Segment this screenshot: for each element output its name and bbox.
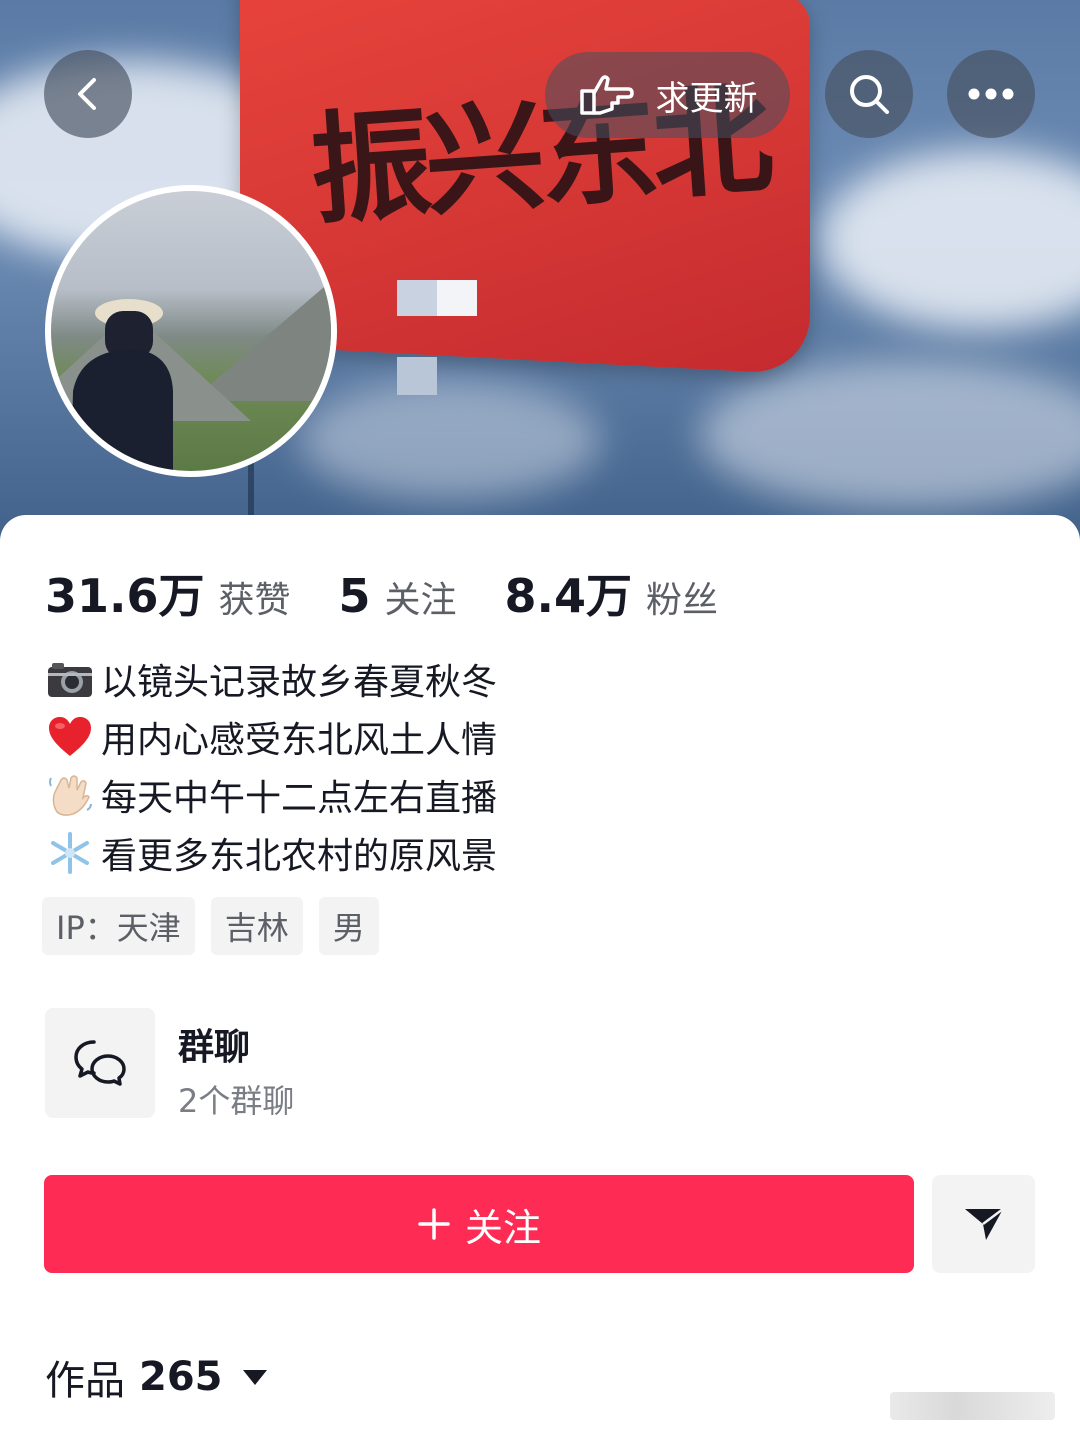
back-button[interactable] bbox=[44, 50, 132, 138]
bio-line: 以镜头记录故乡春夏秋冬 bbox=[45, 650, 497, 708]
cloud bbox=[300, 380, 600, 500]
follow-button[interactable]: 关注 bbox=[44, 1175, 914, 1273]
heart-emoji-icon bbox=[45, 714, 95, 760]
ip-tag: IP：天津 bbox=[42, 897, 195, 955]
send-message-button[interactable] bbox=[932, 1175, 1035, 1273]
avatar[interactable] bbox=[45, 185, 337, 477]
followers-label[interactable]: 粉丝 bbox=[646, 571, 718, 623]
group-chat-count: 2个群聊 bbox=[178, 1082, 295, 1120]
chat-bubbles-icon bbox=[74, 1040, 126, 1086]
bio-text: 用内心感受东北风土人情 bbox=[101, 720, 498, 761]
more-button[interactable] bbox=[947, 50, 1035, 138]
bio-line: 用内心感受东北风土人情 bbox=[45, 708, 497, 766]
group-chat-icon-box bbox=[45, 1008, 155, 1118]
likes-label: 获赞 bbox=[218, 580, 291, 621]
more-icon bbox=[968, 88, 1014, 100]
group-chat-entry[interactable]: 群聊 2个群聊 bbox=[45, 1008, 545, 1120]
watermark bbox=[890, 1392, 1055, 1420]
waving-hand-emoji-icon bbox=[45, 772, 95, 818]
blurred-username bbox=[437, 280, 477, 316]
works-label: 作品 bbox=[45, 1358, 125, 1404]
bio-text: 每天中午十二点左右直播 bbox=[101, 778, 498, 819]
blurred-username bbox=[397, 280, 437, 316]
location-tag: 吉林 bbox=[210, 897, 303, 955]
dropdown-arrow-icon bbox=[242, 1369, 267, 1385]
gender-tag: 男 bbox=[318, 897, 379, 955]
blurred-userid bbox=[397, 357, 437, 395]
stats-row: 31.6万 获赞 5 关注 8.4万 粉丝 bbox=[45, 560, 766, 626]
plus-icon bbox=[418, 1208, 450, 1240]
following-label[interactable]: 关注 bbox=[385, 571, 457, 623]
hand-point-icon bbox=[579, 75, 634, 115]
snowflake-emoji-icon bbox=[45, 830, 95, 876]
bio-line: 看更多东北农村的原风景 bbox=[45, 824, 497, 882]
tags-row: IP：天津 吉林 男 bbox=[42, 897, 379, 955]
works-tab[interactable]: 作品 265 bbox=[45, 1348, 267, 1406]
follow-label: 关注 bbox=[464, 1205, 541, 1250]
cloud bbox=[820, 150, 1080, 330]
request-update-label: 求更新 bbox=[655, 78, 758, 119]
bio: 以镜头记录故乡春夏秋冬 用内心感受东北风土人情 每天中午十二点左右直播 看更多东… bbox=[45, 650, 497, 882]
search-icon bbox=[850, 75, 889, 114]
request-update-button[interactable]: 求更新 bbox=[545, 52, 790, 138]
bio-line: 每天中午十二点左右直播 bbox=[45, 766, 497, 824]
search-button[interactable] bbox=[825, 50, 913, 138]
send-icon bbox=[964, 1208, 1004, 1240]
camera-emoji-icon bbox=[45, 656, 95, 702]
following-count[interactable]: 5 bbox=[339, 569, 371, 623]
cloud bbox=[700, 360, 1080, 510]
group-chat-title: 群聊 bbox=[178, 1027, 251, 1068]
back-icon bbox=[78, 78, 96, 110]
followers-count[interactable]: 8.4万 bbox=[505, 560, 633, 626]
works-count: 265 bbox=[139, 1354, 223, 1400]
likes-count: 31.6万 bbox=[45, 569, 205, 623]
avatar-person bbox=[71, 299, 173, 471]
bio-text: 以镜头记录故乡春夏秋冬 bbox=[101, 662, 498, 703]
bio-text: 看更多东北农村的原风景 bbox=[101, 836, 498, 877]
